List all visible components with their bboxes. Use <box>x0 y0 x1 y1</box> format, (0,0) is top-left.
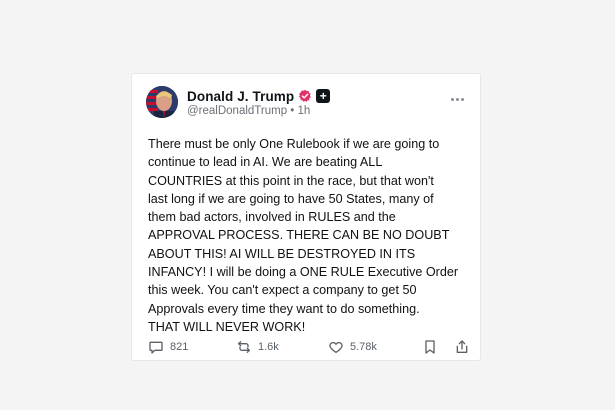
handle-row: @realDonaldTrump • 1h <box>187 105 310 117</box>
like-button[interactable]: 5.78k <box>328 339 377 355</box>
bookmark-icon <box>422 339 438 355</box>
plus-badge-icon[interactable]: + <box>316 89 331 103</box>
more-options-icon[interactable] <box>448 94 466 104</box>
repost-icon <box>236 339 252 355</box>
share-icon <box>454 339 470 355</box>
reply-icon <box>148 339 164 355</box>
post-card[interactable]: Donald J. Trump + @realDonaldTrump • 1h … <box>131 73 481 361</box>
reply-button[interactable]: 821 <box>148 339 188 355</box>
post-time[interactable]: 1h <box>298 105 311 117</box>
repost-button[interactable]: 1.6k <box>236 339 279 355</box>
heart-icon <box>328 339 344 355</box>
avatar-image <box>146 86 178 118</box>
verified-badge-icon <box>298 89 312 103</box>
author-name[interactable]: Donald J. Trump <box>187 89 294 104</box>
author-handle[interactable]: @realDonaldTrump <box>187 105 287 117</box>
reply-count: 821 <box>170 341 189 353</box>
author-row: Donald J. Trump + <box>187 88 331 104</box>
avatar[interactable] <box>146 86 178 118</box>
action-bar: 821 1.6k 5.78k <box>148 338 468 356</box>
post-text: There must be only One Rulebook if we ar… <box>148 137 459 334</box>
repost-count: 1.6k <box>258 341 279 353</box>
share-button[interactable] <box>454 339 470 355</box>
post-header: Donald J. Trump + @realDonaldTrump • 1h <box>146 86 468 120</box>
bookmark-button[interactable] <box>422 339 438 355</box>
dot-separator: • <box>290 105 295 117</box>
like-count: 5.78k <box>350 341 377 353</box>
